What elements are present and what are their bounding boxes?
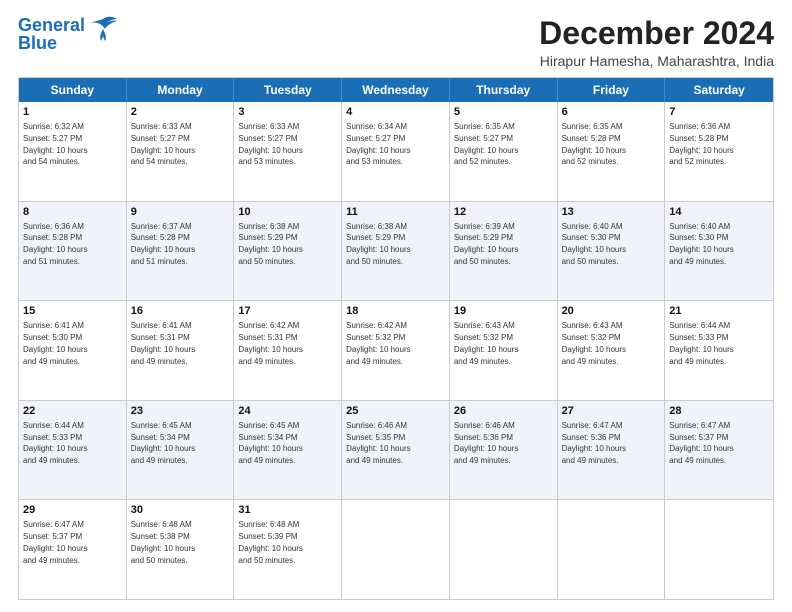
calendar-row: 29Sunrise: 6:47 AMSunset: 5:37 PMDayligh… bbox=[19, 500, 773, 599]
table-row: 10Sunrise: 6:38 AMSunset: 5:29 PMDayligh… bbox=[234, 202, 342, 301]
table-row: 12Sunrise: 6:39 AMSunset: 5:29 PMDayligh… bbox=[450, 202, 558, 301]
header: GeneralBlue December 2024 Hirapur Hamesh… bbox=[18, 16, 774, 69]
table-row: 21Sunrise: 6:44 AMSunset: 5:33 PMDayligh… bbox=[665, 301, 773, 400]
calendar-row: 15Sunrise: 6:41 AMSunset: 5:30 PMDayligh… bbox=[19, 301, 773, 401]
calendar-header: Sunday Monday Tuesday Wednesday Thursday… bbox=[19, 78, 773, 102]
table-row: 31Sunrise: 6:48 AMSunset: 5:39 PMDayligh… bbox=[234, 500, 342, 599]
calendar-row: 22Sunrise: 6:44 AMSunset: 5:33 PMDayligh… bbox=[19, 401, 773, 501]
calendar: Sunday Monday Tuesday Wednesday Thursday… bbox=[18, 77, 774, 600]
table-row: 17Sunrise: 6:42 AMSunset: 5:31 PMDayligh… bbox=[234, 301, 342, 400]
calendar-row: 8Sunrise: 6:36 AMSunset: 5:28 PMDaylight… bbox=[19, 202, 773, 302]
table-row: 6Sunrise: 6:35 AMSunset: 5:28 PMDaylight… bbox=[558, 102, 666, 201]
page: GeneralBlue December 2024 Hirapur Hamesh… bbox=[0, 0, 792, 612]
table-row: 29Sunrise: 6:47 AMSunset: 5:37 PMDayligh… bbox=[19, 500, 127, 599]
table-row bbox=[558, 500, 666, 599]
header-monday: Monday bbox=[127, 78, 235, 102]
title-block: December 2024 Hirapur Hamesha, Maharasht… bbox=[539, 16, 774, 69]
header-tuesday: Tuesday bbox=[234, 78, 342, 102]
table-row: 23Sunrise: 6:45 AMSunset: 5:34 PMDayligh… bbox=[127, 401, 235, 500]
table-row: 20Sunrise: 6:43 AMSunset: 5:32 PMDayligh… bbox=[558, 301, 666, 400]
calendar-row: 1Sunrise: 6:32 AMSunset: 5:27 PMDaylight… bbox=[19, 102, 773, 202]
table-row: 13Sunrise: 6:40 AMSunset: 5:30 PMDayligh… bbox=[558, 202, 666, 301]
location: Hirapur Hamesha, Maharashtra, India bbox=[539, 53, 774, 69]
logo-text: GeneralBlue bbox=[18, 16, 85, 52]
table-row: 11Sunrise: 6:38 AMSunset: 5:29 PMDayligh… bbox=[342, 202, 450, 301]
table-row: 2Sunrise: 6:33 AMSunset: 5:27 PMDaylight… bbox=[127, 102, 235, 201]
table-row: 25Sunrise: 6:46 AMSunset: 5:35 PMDayligh… bbox=[342, 401, 450, 500]
table-row: 30Sunrise: 6:48 AMSunset: 5:38 PMDayligh… bbox=[127, 500, 235, 599]
table-row: 26Sunrise: 6:46 AMSunset: 5:36 PMDayligh… bbox=[450, 401, 558, 500]
table-row: 3Sunrise: 6:33 AMSunset: 5:27 PMDaylight… bbox=[234, 102, 342, 201]
calendar-body: 1Sunrise: 6:32 AMSunset: 5:27 PMDaylight… bbox=[19, 102, 773, 599]
table-row: 1Sunrise: 6:32 AMSunset: 5:27 PMDaylight… bbox=[19, 102, 127, 201]
table-row: 14Sunrise: 6:40 AMSunset: 5:30 PMDayligh… bbox=[665, 202, 773, 301]
table-row: 22Sunrise: 6:44 AMSunset: 5:33 PMDayligh… bbox=[19, 401, 127, 500]
table-row: 18Sunrise: 6:42 AMSunset: 5:32 PMDayligh… bbox=[342, 301, 450, 400]
table-row: 28Sunrise: 6:47 AMSunset: 5:37 PMDayligh… bbox=[665, 401, 773, 500]
header-wednesday: Wednesday bbox=[342, 78, 450, 102]
logo-bird-icon bbox=[87, 15, 119, 43]
table-row bbox=[342, 500, 450, 599]
month-title: December 2024 bbox=[539, 16, 774, 51]
table-row: 15Sunrise: 6:41 AMSunset: 5:30 PMDayligh… bbox=[19, 301, 127, 400]
header-thursday: Thursday bbox=[450, 78, 558, 102]
table-row: 19Sunrise: 6:43 AMSunset: 5:32 PMDayligh… bbox=[450, 301, 558, 400]
table-row: 4Sunrise: 6:34 AMSunset: 5:27 PMDaylight… bbox=[342, 102, 450, 201]
table-row: 5Sunrise: 6:35 AMSunset: 5:27 PMDaylight… bbox=[450, 102, 558, 201]
table-row: 7Sunrise: 6:36 AMSunset: 5:28 PMDaylight… bbox=[665, 102, 773, 201]
table-row: 27Sunrise: 6:47 AMSunset: 5:36 PMDayligh… bbox=[558, 401, 666, 500]
logo: GeneralBlue bbox=[18, 16, 119, 52]
table-row: 16Sunrise: 6:41 AMSunset: 5:31 PMDayligh… bbox=[127, 301, 235, 400]
header-friday: Friday bbox=[558, 78, 666, 102]
table-row: 24Sunrise: 6:45 AMSunset: 5:34 PMDayligh… bbox=[234, 401, 342, 500]
header-sunday: Sunday bbox=[19, 78, 127, 102]
table-row bbox=[665, 500, 773, 599]
table-row: 9Sunrise: 6:37 AMSunset: 5:28 PMDaylight… bbox=[127, 202, 235, 301]
header-saturday: Saturday bbox=[665, 78, 773, 102]
table-row: 8Sunrise: 6:36 AMSunset: 5:28 PMDaylight… bbox=[19, 202, 127, 301]
table-row bbox=[450, 500, 558, 599]
